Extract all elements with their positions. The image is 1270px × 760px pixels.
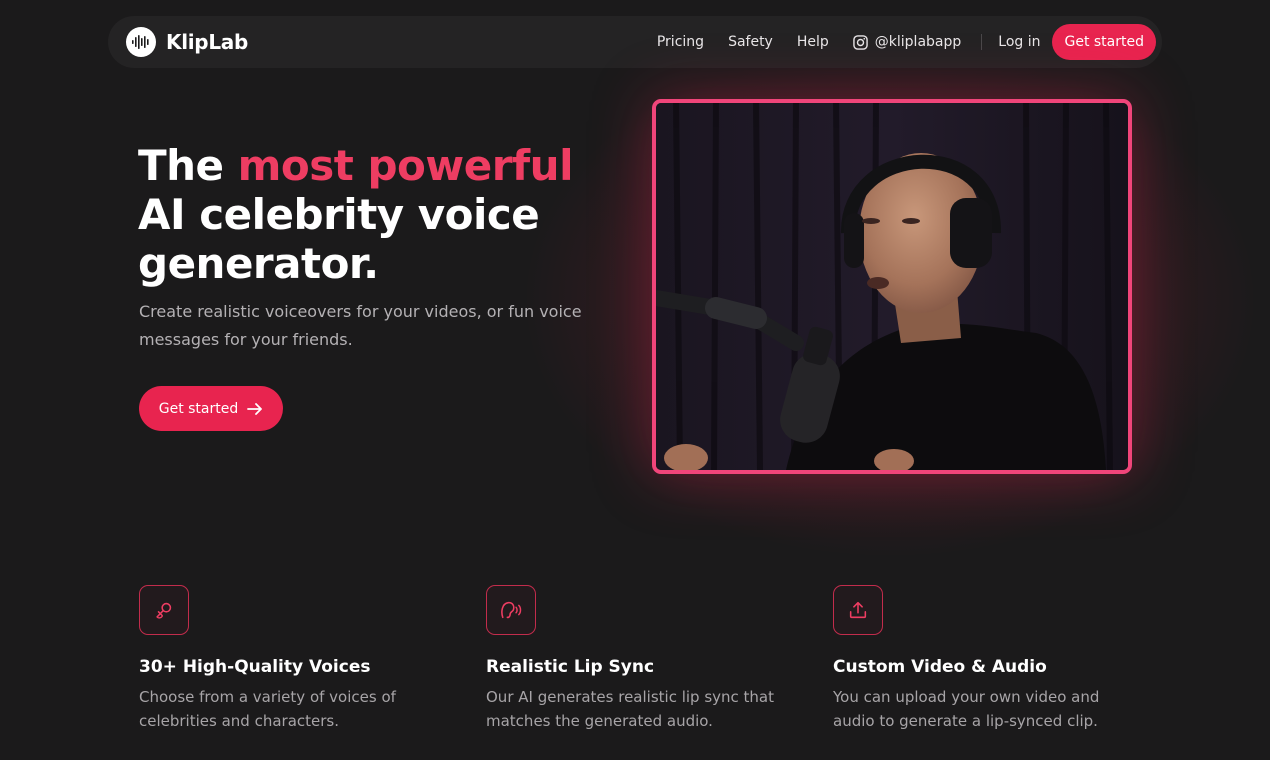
feature-custom-media: Custom Video & Audio You can upload your…: [833, 585, 1153, 733]
instagram-icon: [853, 34, 868, 50]
microphone-icon: [139, 585, 189, 635]
nav-link-pricing[interactable]: Pricing: [657, 34, 704, 50]
nav-links: Pricing Safety Help @kliplabapp Log in G…: [657, 24, 1162, 60]
podcast-video-still: [656, 103, 1128, 470]
top-nav: KlipLab Pricing Safety Help @kliplabapp …: [108, 16, 1162, 68]
instagram-handle: @kliplabapp: [874, 34, 962, 50]
lip-sync-icon: [486, 585, 536, 635]
nav-divider: [981, 34, 983, 50]
hero-title-post: AI celebrity voice generator.: [138, 190, 540, 288]
soundwave-logo-icon: [126, 27, 156, 57]
hero-subtitle: Create realistic voiceovers for your vid…: [139, 302, 582, 349]
hero-title-pre: The: [138, 141, 238, 190]
feature-title: 30+ High-Quality Voices: [139, 657, 371, 677]
feature-description: Choose from a variety of voices of celeb…: [139, 688, 396, 730]
hero-title: The most powerful AI celebrity voice gene…: [138, 141, 618, 288]
nav-get-started-button[interactable]: Get started: [1052, 24, 1156, 60]
login-link[interactable]: Log in: [998, 34, 1040, 50]
brand[interactable]: KlipLab: [126, 27, 248, 57]
nav-link-help[interactable]: Help: [797, 34, 829, 50]
nav-link-safety[interactable]: Safety: [728, 34, 773, 50]
brand-name: KlipLab: [166, 30, 248, 54]
feature-title: Realistic Lip Sync: [486, 657, 655, 677]
feature-lip-sync: Realistic Lip Sync Our AI generates real…: [486, 585, 806, 733]
feature-title: Custom Video & Audio: [833, 657, 1047, 677]
demo-video[interactable]: [652, 99, 1132, 474]
hero-get-started-button[interactable]: Get started: [139, 386, 283, 431]
feature-voices: 30+ High-Quality Voices Choose from a va…: [139, 585, 459, 733]
instagram-link[interactable]: @kliplabapp: [853, 34, 961, 50]
hero-cta-label: Get started: [158, 400, 239, 417]
feature-description: Our AI generates realistic lip sync that…: [486, 688, 775, 730]
feature-description: You can upload your own video and audio …: [833, 688, 1100, 730]
upload-icon: [833, 585, 883, 635]
arrow-right-icon: [247, 402, 263, 415]
hero-title-accent: most powerful: [237, 141, 574, 190]
